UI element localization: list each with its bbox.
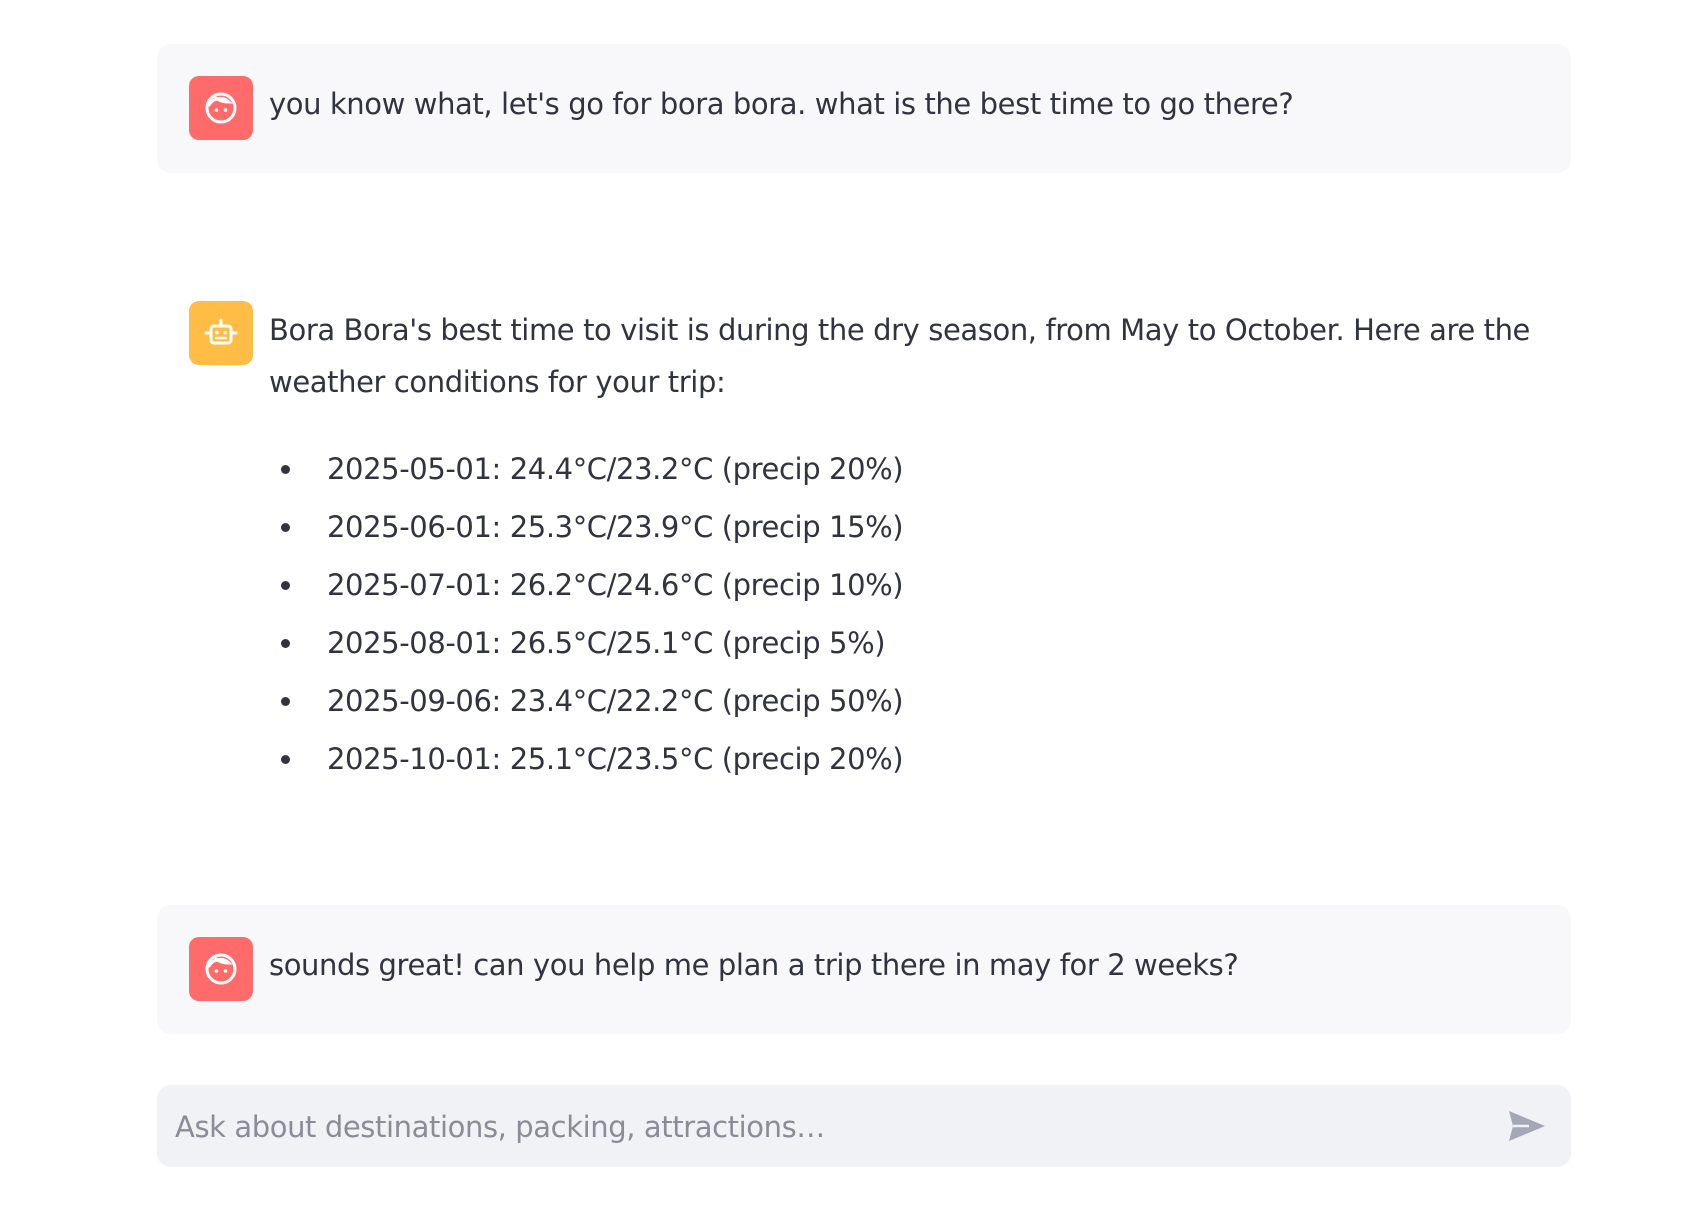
user-face-icon bbox=[205, 92, 237, 124]
list-item: 2025-09-06: 23.4°C/22.2°C (precip 50%) bbox=[269, 672, 904, 730]
chat-message-assistant: Bora Bora's best time to visit is during… bbox=[157, 280, 1571, 800]
chat-message-user: you know what, let's go for bora bora. w… bbox=[157, 44, 1571, 173]
send-button[interactable] bbox=[1505, 1105, 1549, 1147]
user-face-icon bbox=[205, 953, 237, 985]
message-text: sounds great! can you help me plan a tri… bbox=[269, 948, 1239, 982]
list-item: 2025-10-01: 25.1°C/23.5°C (precip 20%) bbox=[269, 730, 904, 788]
list-item: 2025-07-01: 26.2°C/24.6°C (precip 10%) bbox=[269, 556, 904, 614]
list-item: 2025-05-01: 24.4°C/23.2°C (precip 20%) bbox=[269, 440, 904, 498]
user-avatar bbox=[189, 937, 253, 1001]
chat-input[interactable] bbox=[173, 1085, 1477, 1169]
user-avatar bbox=[189, 76, 253, 140]
chat-page: you know what, let's go for bora bora. w… bbox=[0, 0, 1686, 1210]
send-icon bbox=[1509, 1111, 1545, 1141]
robot-icon bbox=[204, 318, 238, 345]
chat-message-user: sounds great! can you help me plan a tri… bbox=[157, 905, 1571, 1034]
message-text: Bora Bora's best time to visit is during… bbox=[269, 313, 1530, 399]
chat-input-bar bbox=[157, 1085, 1571, 1169]
assistant-avatar bbox=[189, 301, 253, 365]
message-text: you know what, let's go for bora bora. w… bbox=[269, 87, 1294, 121]
weather-list: 2025-05-01: 24.4°C/23.2°C (precip 20%) 2… bbox=[269, 440, 904, 788]
list-item: 2025-06-01: 25.3°C/23.9°C (precip 15%) bbox=[269, 498, 904, 556]
list-item: 2025-08-01: 26.5°C/25.1°C (precip 5%) bbox=[269, 614, 903, 672]
